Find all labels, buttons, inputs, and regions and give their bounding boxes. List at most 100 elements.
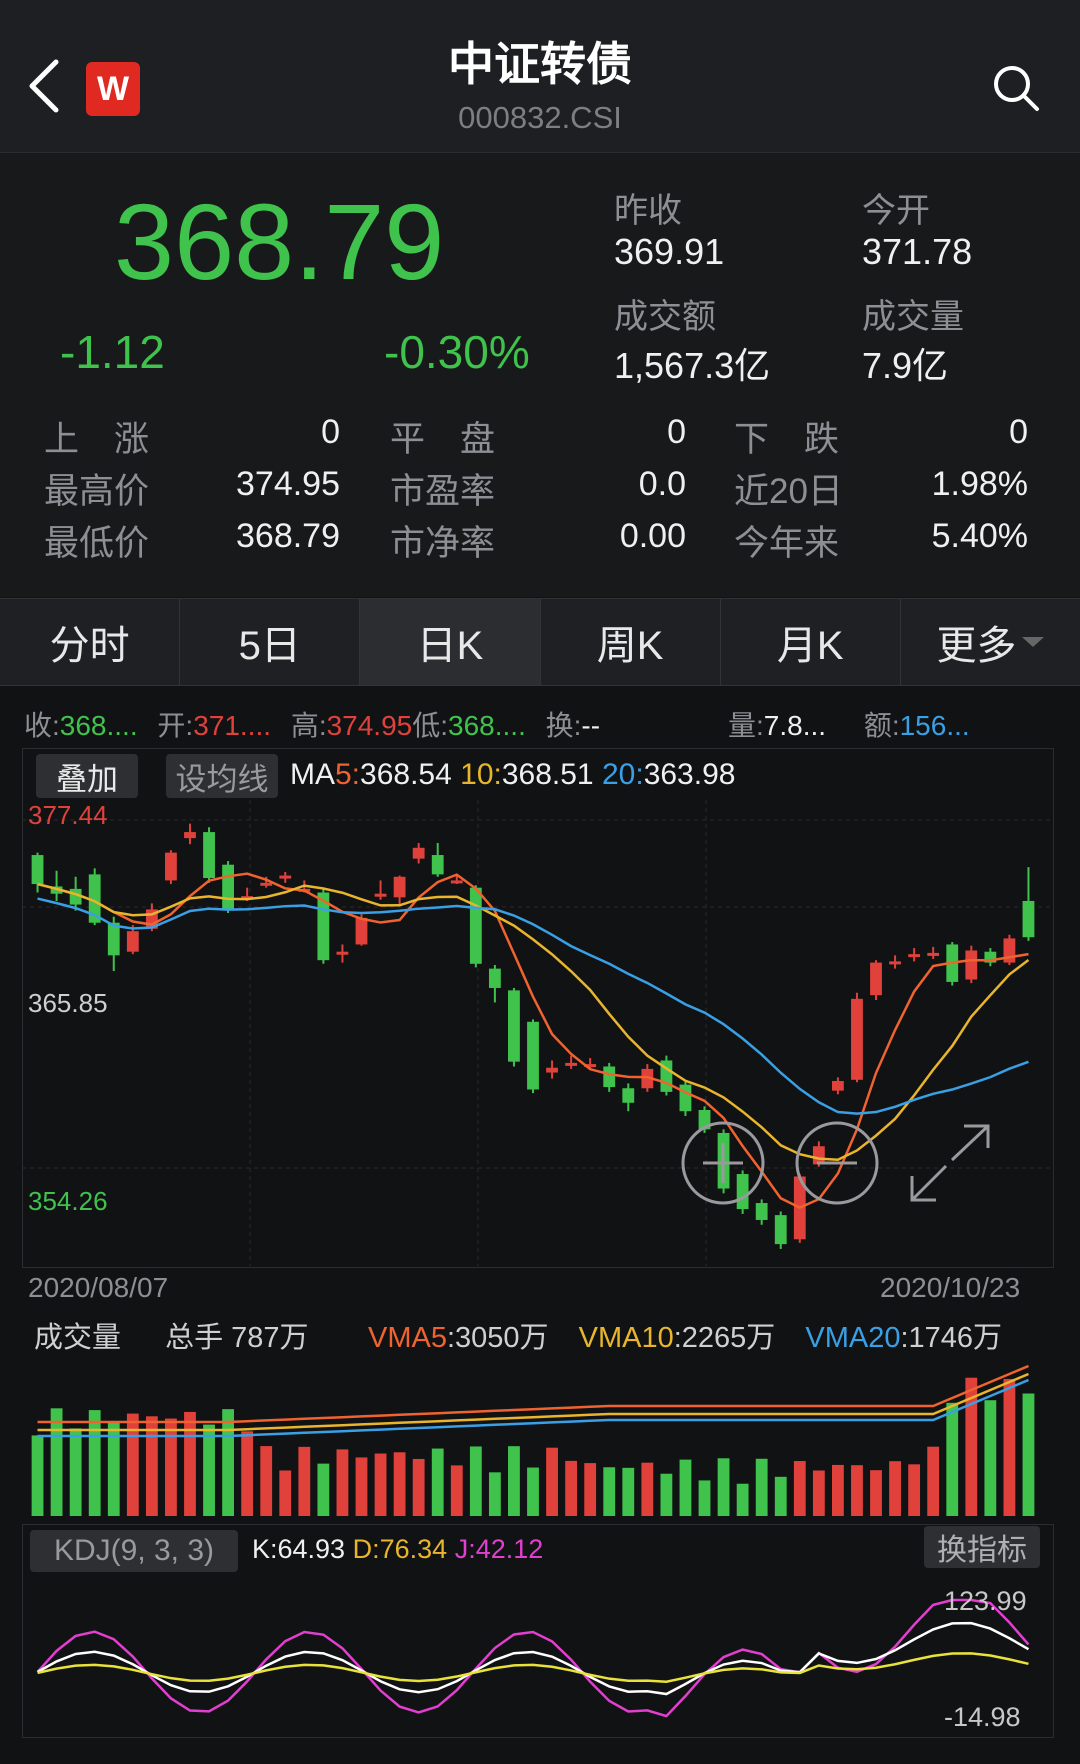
ma5-key: 5: [335, 758, 361, 791]
candle-body [603, 1066, 616, 1088]
candle-body [851, 998, 863, 1080]
volume-bar [831, 1464, 844, 1516]
amt-value: 156... [899, 710, 970, 741]
volume-bar [222, 1409, 235, 1516]
open-value: 371.... [193, 710, 272, 741]
candle-body [450, 880, 463, 884]
volume-bar [88, 1410, 101, 1516]
candle-body [31, 855, 44, 885]
tab-more[interactable]: 更多 [901, 599, 1080, 685]
volume-chart [31, 1364, 1035, 1516]
high-value: 374.95 [236, 465, 340, 503]
candle-body [965, 950, 978, 980]
volume-bar [622, 1467, 635, 1516]
vol-value: 7.8... [763, 710, 827, 741]
volume-bar [603, 1467, 616, 1516]
pe-value: 0.0 [638, 465, 686, 503]
volume-bar [774, 1476, 787, 1516]
volume-bar [317, 1463, 330, 1516]
volume-bar [469, 1446, 482, 1516]
tab-weekly-k[interactable]: 周K [541, 599, 721, 685]
candle-body [279, 875, 292, 879]
candle-body [336, 951, 349, 955]
candle-body [927, 952, 940, 956]
kdj-params-button[interactable]: KDJ(9, 3, 3) [30, 1530, 238, 1572]
expand-icon[interactable] [908, 1122, 992, 1204]
volume-bar [927, 1446, 940, 1516]
prev-close-label: 昨收 [614, 192, 682, 230]
price-change-percent: -0.30% [384, 326, 530, 378]
volume-bar [431, 1448, 444, 1516]
candle-body [679, 1084, 692, 1112]
vma5-label: VMA5 [368, 1322, 447, 1354]
security-code: 000832.CSI [458, 100, 622, 135]
volume-amount-info: 量:7.8... 额:156... [728, 704, 970, 744]
vma20-label: VMA20 [805, 1322, 901, 1354]
tab-monthly-k[interactable]: 月K [721, 599, 901, 685]
volume-bar [69, 1428, 82, 1516]
volume-bar [1022, 1393, 1035, 1516]
pe-label: 市盈率 [390, 472, 496, 511]
volume-bar [889, 1461, 901, 1516]
kdj-legend: K:64.93 D:76.34 J:42.12 [252, 1534, 543, 1565]
advancers-value: 0 [321, 413, 340, 451]
high-value: 374.95 [326, 710, 413, 741]
volume-bar [203, 1424, 215, 1516]
volume-bar [31, 1435, 44, 1516]
ma20-value: 363.98 [643, 758, 736, 791]
decliners-value: 0 [1009, 413, 1028, 451]
volume-bar [984, 1400, 997, 1516]
candle-body [488, 968, 501, 988]
search-icon[interactable] [992, 64, 1040, 112]
kdj-max: 123.99 [944, 1586, 1027, 1616]
set-ma-button[interactable]: 设均线 [166, 754, 278, 798]
volume-bar [393, 1452, 406, 1516]
amount-value: 1,567.3亿 [614, 345, 771, 386]
volume-bar [412, 1458, 425, 1516]
tab-5day[interactable]: 5日 [180, 599, 361, 685]
volume-bar [279, 1470, 292, 1516]
y-axis-low: 354.26 [28, 1186, 108, 1216]
prev-close-value: 369.91 [614, 231, 725, 272]
volume-bar [736, 1483, 749, 1516]
candlestick-chart[interactable] [22, 800, 1052, 1266]
decliners-label: 下 跌 [734, 420, 840, 459]
last-price: 368.79 [114, 181, 445, 302]
volume-bar [717, 1458, 730, 1516]
tab-daily-k[interactable]: 日K [360, 599, 541, 685]
volume-bar [355, 1457, 368, 1516]
volume-bar [908, 1464, 921, 1516]
switch-indicator-button[interactable]: 换指标 [924, 1526, 1040, 1568]
pb-value: 0.00 [619, 517, 686, 555]
volume-title: 成交量 [34, 1322, 122, 1354]
tab-intraday[interactable]: 分时 [0, 599, 181, 685]
low-label: 最低价 [44, 524, 150, 563]
return-20d-value: 1.98% [931, 465, 1028, 503]
ma10-key: 10: [460, 758, 502, 791]
y-axis-high: 377.44 [28, 800, 108, 830]
zoom-in-icon[interactable] [680, 1120, 766, 1206]
ma10-value: 368.51 [501, 758, 594, 791]
turnover-label: 换: [545, 710, 582, 741]
volume-value: 7.9亿 [862, 345, 949, 386]
candle-body [203, 832, 215, 878]
close-label: 收: [24, 710, 60, 741]
overlay-button[interactable]: 叠加 [36, 754, 138, 798]
ma20-key: 20: [601, 758, 644, 791]
vma20-value: :1746万 [900, 1322, 1003, 1354]
candle-body [508, 990, 520, 1062]
volume-total: 总手 787万 [165, 1322, 309, 1354]
volume-bar [298, 1446, 311, 1516]
candle-body [565, 1062, 578, 1066]
candle-body [355, 917, 368, 945]
open-label: 开: [157, 710, 194, 741]
volume-bar [184, 1411, 196, 1516]
open-value: 371.78 [862, 231, 973, 272]
zoom-out-icon[interactable] [794, 1120, 880, 1206]
candle-body [165, 852, 177, 881]
volume-bar [508, 1446, 520, 1516]
candle-body [870, 962, 882, 996]
volume-header: 成交量 总手 787万 [34, 1314, 309, 1356]
kdj-k-value: K:64.93 [252, 1534, 346, 1564]
volume-bar [870, 1470, 882, 1516]
